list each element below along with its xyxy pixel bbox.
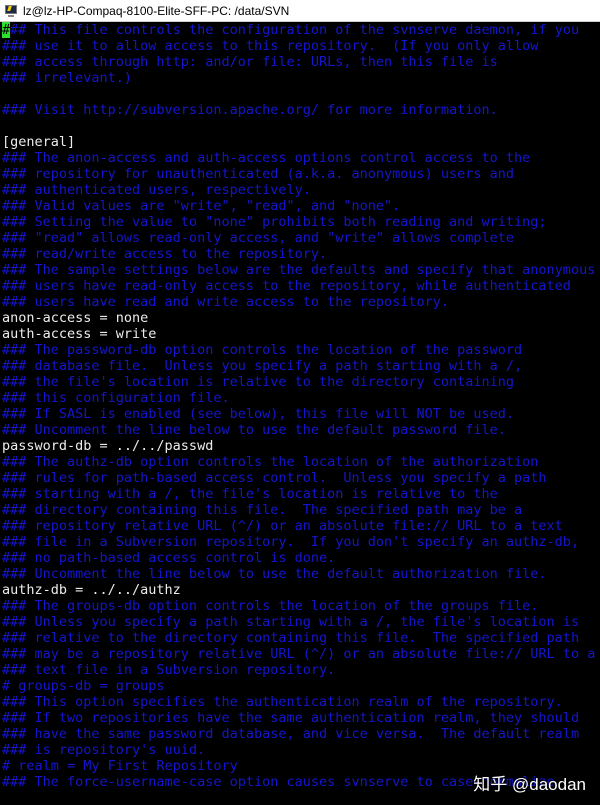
comment-line: ### users have read-only access to the r… bbox=[0, 278, 600, 294]
terminal-line-text: # realm = My First Repository bbox=[2, 758, 238, 774]
terminal-line-text: ### repository relative URL (^/) or an a… bbox=[2, 518, 563, 534]
terminal-line-text: ### If two repositories have the same au… bbox=[2, 710, 580, 726]
comment-line: ### Visit http://subversion.apache.org/ … bbox=[0, 102, 600, 118]
config-line: auth-access = write bbox=[0, 326, 600, 342]
comment-line: ### Uncomment the line below to use the … bbox=[0, 566, 600, 582]
terminal-line-text: ### The password-db option controls the … bbox=[2, 342, 523, 358]
terminal-line-text: ### If SASL is enabled (see below), this… bbox=[2, 406, 515, 422]
comment-line: ### database file. Unless you specify a … bbox=[0, 358, 600, 374]
comment-line: ### is repository's uuid. bbox=[0, 742, 600, 758]
terminal-line-text: ### The groups-db option controls the lo… bbox=[2, 598, 539, 614]
comment-line: ### have the same password database, and… bbox=[0, 726, 600, 742]
terminal-viewport[interactable]: ### This file controls the configuration… bbox=[0, 22, 600, 805]
comment-line: ### text file in a Subversion repository… bbox=[0, 662, 600, 678]
comment-line: ### the file's location is relative to t… bbox=[0, 374, 600, 390]
comment-line: ### "read" allows read-only access, and … bbox=[0, 230, 600, 246]
comment-line: ### Setting the value to "none" prohibit… bbox=[0, 214, 600, 230]
comment-line: ### access through http: and/or file: UR… bbox=[0, 54, 600, 70]
terminal-line-text: ### repository for unauthenticated (a.k.… bbox=[2, 166, 515, 182]
comment-line: ### repository relative URL (^/) or an a… bbox=[0, 518, 600, 534]
terminal-line-text: ### is repository's uuid. bbox=[2, 742, 206, 758]
comment-line: ### no path-based access control is done… bbox=[0, 550, 600, 566]
comment-line: ### rules for path-based access control.… bbox=[0, 470, 600, 486]
config-line: [general] bbox=[0, 134, 600, 150]
terminal-line-text: [general] bbox=[2, 134, 76, 150]
comment-line: ### directory containing this file. The … bbox=[0, 502, 600, 518]
terminal-line-first: ### This file controls the configuration… bbox=[0, 22, 600, 38]
comment-line: ### Unless you specify a path starting w… bbox=[0, 614, 600, 630]
terminal-line-text: ### users have read-only access to the r… bbox=[2, 278, 571, 294]
terminal-line-text: ### starting with a /, the file's locati… bbox=[2, 486, 498, 502]
comment-line: ### users have read and write access to … bbox=[0, 294, 600, 310]
comment-line: ### The anon-access and auth-access opti… bbox=[0, 150, 600, 166]
terminal-line-text: ### Unless you specify a path starting w… bbox=[2, 614, 580, 630]
comment-line: ### this configuration file. bbox=[0, 390, 600, 406]
terminal-line-text: ### read/write access to the repository. bbox=[2, 246, 328, 262]
window-title: lz@lz-HP-Compaq-8100-Elite-SFF-PC: /data… bbox=[23, 3, 290, 18]
terminal-line-text: password-db = ../../passwd bbox=[2, 438, 214, 454]
comment-line: ### may be a repository relative URL (^/… bbox=[0, 646, 600, 662]
comment-line: ### repository for unauthenticated (a.k.… bbox=[0, 166, 600, 182]
comment-line: ### If two repositories have the same au… bbox=[0, 710, 600, 726]
terminal-line-text: ### Uncomment the line below to use the … bbox=[2, 566, 547, 582]
terminal-line-text: ### authenticated users, respectively. bbox=[2, 182, 311, 198]
terminal-line-text: ### database file. Unless you specify a … bbox=[2, 358, 523, 374]
comment-line: ### file in a Subversion repository. If … bbox=[0, 534, 600, 550]
comment-line: ### Uncomment the line below to use the … bbox=[0, 422, 600, 438]
terminal-line-text: ### text file in a Subversion repository… bbox=[2, 662, 336, 678]
config-line: password-db = ../../passwd bbox=[0, 438, 600, 454]
terminal-cursor: # bbox=[2, 22, 11, 38]
terminal-line-text: ### may be a repository relative URL (^/… bbox=[2, 646, 596, 662]
zhihu-watermark: 知乎 @daodan bbox=[473, 775, 586, 794]
comment-line: ### The groups-db option controls the lo… bbox=[0, 598, 600, 614]
terminal-line-text: ### users have read and write access to … bbox=[2, 294, 450, 310]
terminal-line-text: ### have the same password database, and… bbox=[2, 726, 580, 742]
comment-line: ### The authz-db option controls the loc… bbox=[0, 454, 600, 470]
comment-line: ### If SASL is enabled (see below), this… bbox=[0, 406, 600, 422]
terminal-line-text: ### The sample settings below are the de… bbox=[2, 262, 596, 278]
terminal-line-text: ### The force-username-case option cause… bbox=[2, 774, 555, 790]
comment-line: ### irrelevant.) bbox=[0, 70, 600, 86]
terminal-line-text: ### Valid values are "write", "read", an… bbox=[2, 198, 401, 214]
terminal-line-text: ### access through http: and/or file: UR… bbox=[2, 54, 498, 70]
terminal-line-text: ### The authz-db option controls the loc… bbox=[2, 454, 539, 470]
terminal-line-text: authz-db = ../../authz bbox=[2, 582, 181, 598]
terminal-line-text: ### directory containing this file. The … bbox=[2, 502, 523, 518]
comment-line: ### This option specifies the authentica… bbox=[0, 694, 600, 710]
comment-line: ### The password-db option controls the … bbox=[0, 342, 600, 358]
terminal-line-text: ### Uncomment the line below to use the … bbox=[2, 422, 506, 438]
terminal-line-text: # groups-db = groups bbox=[2, 678, 165, 694]
comment-line bbox=[0, 86, 600, 102]
config-line: anon-access = none bbox=[0, 310, 600, 326]
terminal-line-text: ### use it to allow access to this repos… bbox=[2, 38, 539, 54]
comment-line: ### The sample settings below are the de… bbox=[0, 262, 600, 278]
comment-line: ### read/write access to the repository. bbox=[0, 246, 600, 262]
comment-line: ### relative to the directory containing… bbox=[0, 630, 600, 646]
terminal-line-text: ## This file controls the configuration … bbox=[10, 22, 580, 38]
terminal-line-text: ### The anon-access and auth-access opti… bbox=[2, 150, 531, 166]
terminal-line-text: auth-access = write bbox=[2, 326, 157, 342]
terminal-line-text: ### rules for path-based access control.… bbox=[2, 470, 547, 486]
terminal-line-text: ### "read" allows read-only access, and … bbox=[2, 230, 515, 246]
terminal-line-text: ### Setting the value to "none" prohibit… bbox=[2, 214, 547, 230]
terminal-line-text: ### this configuration file. bbox=[2, 390, 230, 406]
comment-line bbox=[0, 118, 600, 134]
config-line: authz-db = ../../authz bbox=[0, 582, 600, 598]
comment-line: ### use it to allow access to this repos… bbox=[0, 38, 600, 54]
terminal-line-text: ### file in a Subversion repository. If … bbox=[2, 534, 580, 550]
terminal-line-text: ### Visit http://subversion.apache.org/ … bbox=[2, 102, 498, 118]
terminal-line-text: ### irrelevant.) bbox=[2, 70, 133, 86]
terminal-line-text: ### the file's location is relative to t… bbox=[2, 374, 515, 390]
comment-line: # groups-db = groups bbox=[0, 678, 600, 694]
terminal-line-text: ### This option specifies the authentica… bbox=[2, 694, 563, 710]
putty-terminal-icon[interactable] bbox=[4, 4, 18, 18]
comment-line: ### authenticated users, respectively. bbox=[0, 182, 600, 198]
terminal-line-text: ### no path-based access control is done… bbox=[2, 550, 336, 566]
window-title-bar[interactable]: lz@lz-HP-Compaq-8100-Elite-SFF-PC: /data… bbox=[0, 0, 600, 22]
comment-line: ### starting with a /, the file's locati… bbox=[0, 486, 600, 502]
terminal-line-text: ### relative to the directory containing… bbox=[2, 630, 580, 646]
terminal-line-text: anon-access = none bbox=[2, 310, 149, 326]
comment-line: ### Valid values are "write", "read", an… bbox=[0, 198, 600, 214]
